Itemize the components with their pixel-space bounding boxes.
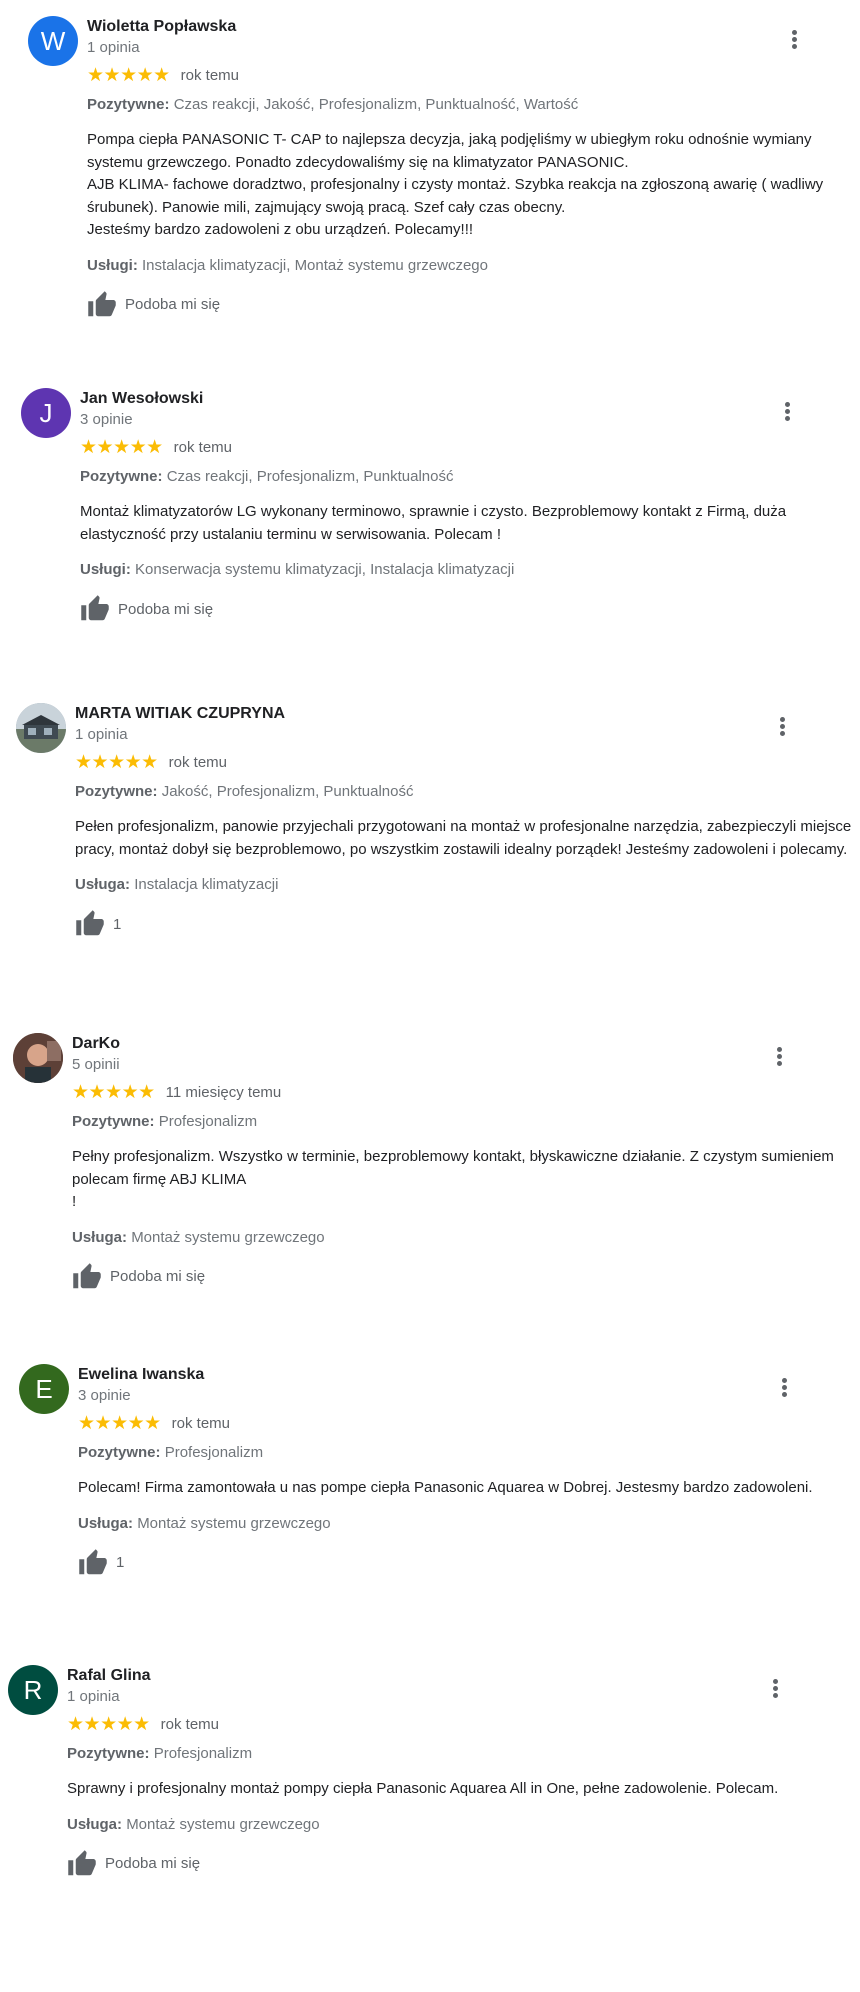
positive-label: Pozytywne: [75,783,158,800]
services-value: Instalacja klimatyzacji, Montaż systemu … [142,256,488,274]
reviewer-name[interactable]: Jan Wesołowski [80,388,860,410]
positive-label: Pozytywne: [72,1113,155,1130]
services-label: Usługa: [78,1514,134,1532]
like-count: 1 [116,1554,125,1571]
positive-attributes: Profesjonalizm [153,1745,253,1762]
review-date: rok temu [180,67,240,84]
thumbs-up-icon [81,595,109,621]
thumbs-up-icon [88,290,116,316]
reviewer-name[interactable]: Wioletta Popławska [87,16,860,38]
positive-attributes: Czas reakcji, Jakość, Profesjonalizm, Pu… [173,96,579,113]
star-rating: ★★★★★ [87,65,170,86]
positive-attributes: Profesjonalizm [158,1113,258,1130]
services-value: Montaż systemu grzewczego [131,1228,325,1246]
review-count[interactable]: 1 opinia [87,38,860,58]
more-options-icon[interactable] [765,1677,785,1701]
more-options-icon[interactable] [774,1376,794,1400]
like-button[interactable]: Podoba mi się [87,290,860,320]
thumbs-up-icon [73,1262,101,1288]
review-count[interactable]: 3 opinie [78,1386,860,1406]
positive-attributes: Czas reakcji, Profesjonalizm, Punktualno… [166,468,454,485]
review-date: 11 miesięcy temu [165,1084,282,1101]
review-date: rok temu [168,754,228,771]
thumbs-up-icon [68,1849,96,1875]
avatar[interactable]: R [8,1665,58,1715]
like-button[interactable]: Podoba mi się [72,1262,860,1292]
star-rating: ★★★★★ [67,1714,150,1735]
review-count[interactable]: 1 opinia [75,725,860,745]
profile-photo [16,703,66,753]
more-options-icon[interactable] [777,400,797,424]
like-button[interactable]: Podoba mi się [67,1849,860,1879]
services-label: Usługi: [87,256,138,274]
review-text: Polecam! Firma zamontowała u nas pompe c… [78,1479,813,1496]
review-text: Pełen profesjonalizm, panowie przyjechal… [75,818,852,858]
profile-photo [13,1033,63,1083]
services-label: Usługa: [72,1228,128,1246]
review-count[interactable]: 5 opinii [72,1055,860,1075]
star-rating: ★★★★★ [72,1082,155,1103]
services-label: Usługi: [80,561,131,578]
like-button[interactable]: Podoba mi się [80,594,860,624]
review-date: rok temu [173,439,233,456]
positive-label: Pozytywne: [87,96,170,113]
positive-attributes: Profesjonalizm [164,1444,264,1461]
star-rating: ★★★★★ [80,437,163,458]
like-label: Podoba mi się [125,296,221,313]
more-options-icon[interactable] [769,1045,789,1069]
thumbs-up-icon [79,1548,107,1574]
services-label: Usługa: [75,876,131,893]
services-value: Montaż systemu grzewczego [126,1815,320,1833]
reviewer-name[interactable]: DarKo [72,1033,860,1055]
review-text: Pompa ciepła PANASONIC T- CAP to najleps… [87,131,824,238]
reviewer-name[interactable]: Rafal Glina [67,1665,860,1687]
review-text: Sprawny i profesjonalny montaż pompy cie… [67,1780,779,1797]
services-value: Montaż systemu grzewczego [137,1514,331,1532]
services-label: Usługa: [67,1815,123,1833]
reviewer-name[interactable]: Ewelina Iwanska [78,1364,860,1386]
avatar[interactable]: J [21,388,71,438]
review-text: Montaż klimatyzatorów LG wykonany termin… [80,503,787,543]
avatar[interactable] [13,1033,63,1083]
more-options-icon[interactable] [772,715,792,739]
more-options-icon[interactable] [784,28,804,52]
like-button[interactable]: 1 [78,1548,860,1578]
like-label: Podoba mi się [118,600,214,618]
review-date: rok temu [160,1716,220,1733]
review-count[interactable]: 1 opinia [67,1687,860,1707]
avatar[interactable] [16,703,66,753]
thumbs-up-icon [76,910,104,936]
like-count: 1 [113,915,122,933]
positive-label: Pozytywne: [67,1745,150,1762]
star-rating: ★★★★★ [78,1413,161,1434]
review-date: rok temu [171,1415,231,1432]
services-value: Instalacja klimatyzacji [134,876,279,893]
review-text: Pełny profesjonalizm. Wszystko w termini… [72,1148,834,1210]
like-label: Podoba mi się [105,1855,201,1872]
review-count[interactable]: 3 opinie [80,410,860,430]
positive-label: Pozytywne: [80,468,163,485]
positive-attributes: Jakość, Profesjonalizm, Punktualność [161,783,414,800]
star-rating: ★★★★★ [75,752,158,773]
reviewer-name[interactable]: MARTA WITIAK CZUPRYNA [75,703,860,725]
like-label: Podoba mi się [110,1268,206,1285]
avatar[interactable]: E [19,1364,69,1414]
services-value: Konserwacja systemu klimatyzacji, Instal… [135,561,515,578]
like-button[interactable]: 1 [75,909,860,939]
avatar[interactable]: W [28,16,78,66]
positive-label: Pozytywne: [78,1444,161,1461]
